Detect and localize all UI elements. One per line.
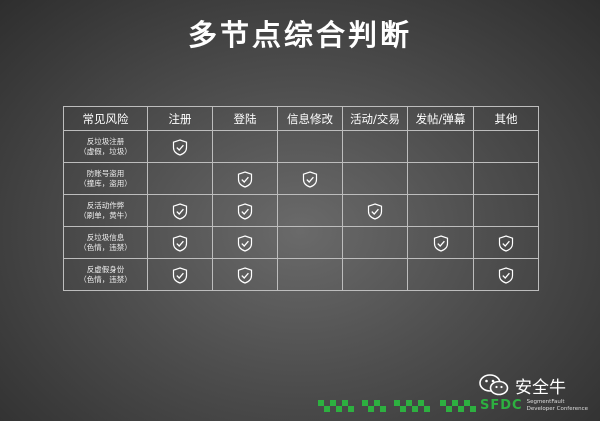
header-risk: 常见风险 [63, 106, 148, 131]
table-row: 防账号盗用 （撞库，盗用） [63, 162, 539, 195]
risk-name-cell: 防账号盗用 （撞库，盗用） [63, 162, 148, 195]
brand-name: 安全牛 [515, 377, 566, 398]
sfdc-sub-line1: SegmentFault [526, 398, 565, 405]
risk-name-cell: 反垃圾注册 （虚假，垃圾） [63, 130, 148, 163]
matrix-cell [212, 194, 278, 227]
wechat-brand: 安全牛 [479, 372, 599, 398]
risk-matrix-table: 常见风险 注册 登陆 信息修改 活动/交易 发帖/弹幕 其他 反垃圾注册 （虚假，… [63, 106, 539, 291]
header-activity-trade: 活动/交易 [342, 106, 408, 131]
matrix-cell [473, 162, 539, 195]
matrix-cell [147, 130, 213, 163]
shield-check-icon [172, 267, 188, 284]
matrix-cell [277, 162, 343, 195]
matrix-cell [212, 130, 278, 163]
matrix-cell [277, 258, 343, 291]
shield-check-icon [237, 203, 253, 220]
matrix-cell [212, 258, 278, 291]
sfdc-sub-line2: Developer Conference [526, 405, 589, 412]
risk-detail: （色情，违禁） [79, 242, 132, 252]
table-header-row: 常见风险 注册 登陆 信息修改 活动/交易 发帖/弹幕 其他 [63, 106, 539, 131]
matrix-cell [342, 258, 408, 291]
shield-check-icon [172, 139, 188, 156]
shield-check-icon [237, 267, 253, 284]
matrix-cell [147, 194, 213, 227]
header-register: 注册 [147, 106, 213, 131]
shield-check-icon [367, 203, 383, 220]
risk-detail: （色情，违禁） [79, 274, 132, 284]
header-info-edit: 信息修改 [277, 106, 343, 131]
matrix-cell [212, 162, 278, 195]
risk-name-cell: 反活动作弊 （刷单，黄牛） [63, 194, 148, 227]
risk-name: 反活动作弊 [86, 200, 125, 210]
table-row: 反活动作弊 （刷单，黄牛） [63, 194, 539, 227]
risk-name: 反垃圾信息 [86, 232, 125, 242]
risk-detail: （刷单，黄牛） [79, 210, 132, 220]
matrix-cell [277, 130, 343, 163]
header-login: 登陆 [212, 106, 278, 131]
risk-detail: （撞库，盗用） [79, 178, 132, 188]
header-other: 其他 [473, 106, 539, 131]
matrix-cell [473, 194, 539, 227]
wechat-icon [479, 374, 509, 396]
table-row: 反虚假身份 （色情，违禁） [63, 258, 539, 291]
risk-name: 反垃圾注册 [86, 136, 125, 146]
shield-check-icon [172, 235, 188, 252]
shield-check-icon [237, 171, 253, 188]
table-row: 反垃圾信息 （色情，违禁） [63, 226, 539, 259]
matrix-cell [407, 162, 474, 195]
sfdc-logo: SFDC SegmentFault Developer Conference [480, 398, 588, 413]
matrix-cell [407, 194, 474, 227]
matrix-cell [473, 258, 539, 291]
matrix-cell [407, 130, 474, 163]
table-row: 反垃圾注册 （虚假，垃圾） [63, 130, 539, 163]
matrix-cell [342, 194, 408, 227]
risk-name-cell: 反虚假身份 （色情，违禁） [63, 258, 148, 291]
matrix-cell [147, 258, 213, 291]
matrix-cell [277, 226, 343, 259]
shield-check-icon [302, 171, 318, 188]
matrix-cell [473, 130, 539, 163]
sfdc-logo-text: SFDC [480, 398, 523, 413]
shield-check-icon [498, 235, 514, 252]
matrix-cell [473, 226, 539, 259]
shield-check-icon [172, 203, 188, 220]
risk-detail: （虚假，垃圾） [79, 146, 132, 156]
matrix-cell [407, 258, 474, 291]
shield-check-icon [498, 267, 514, 284]
matrix-cell [147, 162, 213, 195]
risk-name: 防账号盗用 [86, 168, 125, 178]
header-post-danmaku: 发帖/弹幕 [407, 106, 474, 131]
shield-check-icon [237, 235, 253, 252]
risk-name: 反虚假身份 [86, 264, 125, 274]
matrix-cell [342, 162, 408, 195]
matrix-cell [342, 226, 408, 259]
slide-title: 多节点综合判断 [187, 18, 412, 52]
checker-strip-decoration [318, 400, 476, 412]
matrix-cell [212, 226, 278, 259]
matrix-cell [342, 130, 408, 163]
risk-name-cell: 反垃圾信息 （色情，违禁） [63, 226, 148, 259]
shield-check-icon [433, 235, 449, 252]
matrix-cell [277, 194, 343, 227]
matrix-cell [147, 226, 213, 259]
matrix-cell [407, 226, 474, 259]
